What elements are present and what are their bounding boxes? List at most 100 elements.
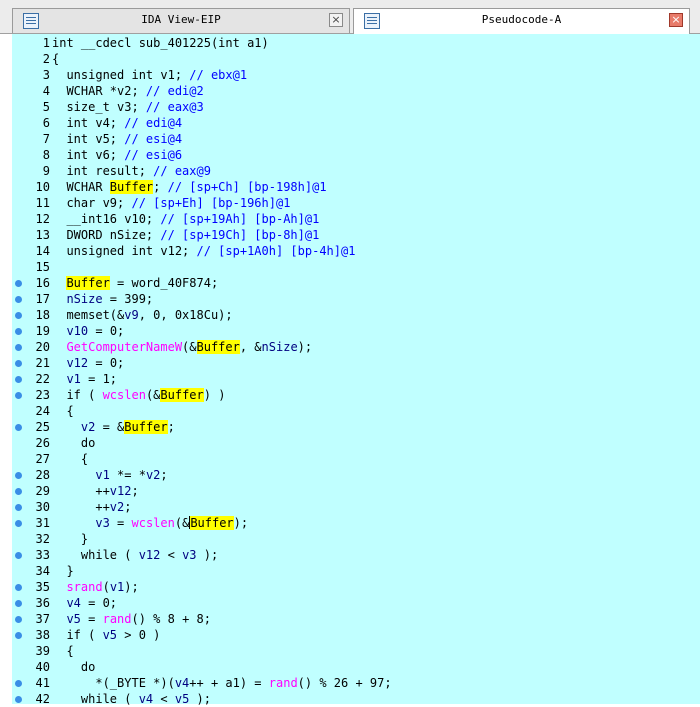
code-line[interactable]: 21 v12 = 0; bbox=[12, 355, 700, 371]
code-line[interactable]: 31 v3 = wcslen(&Buffer); bbox=[12, 515, 700, 531]
code-line[interactable]: 40 do bbox=[12, 659, 700, 675]
code-line[interactable]: 35 srand(v1); bbox=[12, 579, 700, 595]
close-icon[interactable]: × bbox=[329, 13, 343, 27]
code-text: v4 = 0; bbox=[52, 595, 117, 611]
line-number: 1 bbox=[42, 36, 50, 50]
code-line[interactable]: 36 v4 = 0; bbox=[12, 595, 700, 611]
highlighted-token: Buffer bbox=[190, 516, 234, 530]
code-token: } bbox=[52, 564, 74, 578]
code-line[interactable]: 18 memset(&v9, 0, 0x18Cu); bbox=[12, 307, 700, 323]
code-line[interactable]: 12 __int16 v10; // [sp+19Ah] [bp-Ah]@1 bbox=[12, 211, 700, 227]
code-line[interactable]: 2{ bbox=[12, 51, 700, 67]
code-line[interactable]: 16 Buffer = word_40F874; bbox=[12, 275, 700, 291]
highlighted-token: Buffer bbox=[160, 388, 204, 402]
line-number: 42 bbox=[35, 692, 50, 706]
code-line[interactable]: 28 v1 *= *v2; bbox=[12, 467, 700, 483]
line-number: 6 bbox=[42, 116, 50, 130]
code-line[interactable]: 3 unsigned int v1; // ebx@1 bbox=[12, 67, 700, 83]
variable-token: v1 bbox=[109, 580, 125, 594]
code-token: = 0; bbox=[88, 324, 125, 338]
function-token: wcslen bbox=[131, 516, 175, 530]
comment-token: // esi@4 bbox=[124, 132, 183, 146]
code-line[interactable]: 24 { bbox=[12, 403, 700, 419]
code-line[interactable]: 7 int v5; // esi@4 bbox=[12, 131, 700, 147]
code-line[interactable]: 9 int result; // eax@9 bbox=[12, 163, 700, 179]
code-text: v1 = 1; bbox=[52, 371, 117, 387]
variable-token: v2 bbox=[80, 420, 96, 434]
code-line[interactable]: 17 nSize = 399; bbox=[12, 291, 700, 307]
code-token: = & bbox=[95, 420, 125, 434]
code-text: int result; // eax@9 bbox=[52, 163, 211, 179]
code-token: do bbox=[52, 436, 96, 450]
code-text: GetComputerNameW(&Buffer, &nSize); bbox=[52, 339, 312, 355]
code-text: } bbox=[52, 531, 88, 547]
code-text: v10 = 0; bbox=[52, 323, 124, 339]
code-line[interactable]: 26 do bbox=[12, 435, 700, 451]
code-line[interactable]: 5 size_t v3; // eax@3 bbox=[12, 99, 700, 115]
code-line[interactable]: 15 bbox=[12, 259, 700, 275]
code-token: ; bbox=[160, 468, 168, 482]
comment-token: // ebx@1 bbox=[189, 68, 248, 82]
code-token: memset(& bbox=[52, 308, 125, 322]
line-number: 26 bbox=[35, 436, 50, 450]
code-line[interactable]: 13 DWORD nSize; // [sp+19Ch] [bp-8h]@1 bbox=[12, 227, 700, 243]
code-token: = 1; bbox=[80, 372, 118, 386]
line-number: 24 bbox=[35, 404, 50, 418]
code-token: ); bbox=[233, 516, 249, 530]
variable-token: v10 bbox=[66, 324, 89, 338]
pseudocode-editor[interactable]: 1 int __cdecl sub_401225(int a1) 2{3 unsig… bbox=[12, 34, 700, 707]
line-number: 18 bbox=[35, 308, 50, 322]
code-text: { bbox=[52, 643, 73, 659]
code-text: size_t v3; // eax@3 bbox=[52, 99, 203, 115]
code-token: } bbox=[52, 532, 89, 546]
variable-token: v1 bbox=[66, 372, 81, 386]
code-line[interactable]: 1 int __cdecl sub_401225(int a1) bbox=[12, 35, 700, 51]
code-line[interactable]: 11 char v9; // [sp+Eh] [bp-196h]@1 bbox=[12, 195, 700, 211]
code-line[interactable]: 22 v1 = 1; bbox=[12, 371, 700, 387]
code-line[interactable]: 33 while ( v12 < v3 ); bbox=[12, 547, 700, 563]
code-line[interactable]: 29 ++v12; bbox=[12, 483, 700, 499]
code-line[interactable]: 41 *(_BYTE *)(v4++ + a1) = rand() % 26 +… bbox=[12, 675, 700, 691]
line-number: 20 bbox=[35, 340, 50, 354]
code-line[interactable]: 6 int v4; // edi@4 bbox=[12, 115, 700, 131]
code-line[interactable]: 30 ++v2; bbox=[12, 499, 700, 515]
code-text: v5 = rand() % 8 + 8; bbox=[52, 611, 211, 627]
code-line[interactable]: 20 GetComputerNameW(&Buffer, &nSize); bbox=[12, 339, 700, 355]
variable-token: v2 bbox=[145, 468, 161, 482]
line-number: 35 bbox=[35, 580, 50, 594]
code-token: = bbox=[109, 516, 132, 530]
code-line[interactable]: 34 } bbox=[12, 563, 700, 579]
comment-token: // edi@4 bbox=[124, 116, 183, 130]
code-line[interactable]: 23 if ( wcslen(&Buffer) ) bbox=[12, 387, 700, 403]
code-text: if ( wcslen(&Buffer) ) bbox=[52, 387, 225, 403]
code-line[interactable]: 38 if ( v5 > 0 ) bbox=[12, 627, 700, 643]
close-icon[interactable]: × bbox=[669, 13, 683, 27]
code-text: v12 = 0; bbox=[52, 355, 124, 371]
code-line[interactable]: 4 WCHAR *v2; // edi@2 bbox=[12, 83, 700, 99]
code-line[interactable]: 8 int v6; // esi@6 bbox=[12, 147, 700, 163]
tab-ida-view-eip[interactable]: IDA View-EIP × bbox=[12, 8, 350, 33]
code-line[interactable]: 39 { bbox=[12, 643, 700, 659]
code-line[interactable]: 37 v5 = rand() % 8 + 8; bbox=[12, 611, 700, 627]
code-text: int v5; // esi@4 bbox=[52, 131, 182, 147]
code-line[interactable]: 42 while ( v4 < v5 ); bbox=[12, 691, 700, 707]
highlighted-token: Buffer bbox=[124, 420, 168, 434]
code-line[interactable]: 14 unsigned int v12; // [sp+1A0h] [bp-4h… bbox=[12, 243, 700, 259]
code-line[interactable]: 25 v2 = &Buffer; bbox=[12, 419, 700, 435]
code-text: v1 *= *v2; bbox=[52, 467, 168, 483]
code-line[interactable]: 32 } bbox=[12, 531, 700, 547]
line-number: 27 bbox=[35, 452, 50, 466]
code-line[interactable]: 19 v10 = 0; bbox=[12, 323, 700, 339]
code-token: ); bbox=[124, 580, 139, 594]
code-line[interactable]: 10 WCHAR Buffer; // [sp+Ch] [bp-198h]@1 bbox=[12, 179, 700, 195]
code-text: memset(&v9, 0, 0x18Cu); bbox=[52, 307, 232, 323]
code-text: srand(v1); bbox=[52, 579, 139, 595]
code-line[interactable]: 27 { bbox=[12, 451, 700, 467]
code-text: int v4; // edi@4 bbox=[52, 115, 182, 131]
tab-pseudocode-a[interactable]: Pseudocode-A × bbox=[353, 8, 690, 34]
code-token: DWORD nSize; bbox=[52, 228, 161, 242]
code-text: v2 = &Buffer; bbox=[52, 419, 175, 435]
